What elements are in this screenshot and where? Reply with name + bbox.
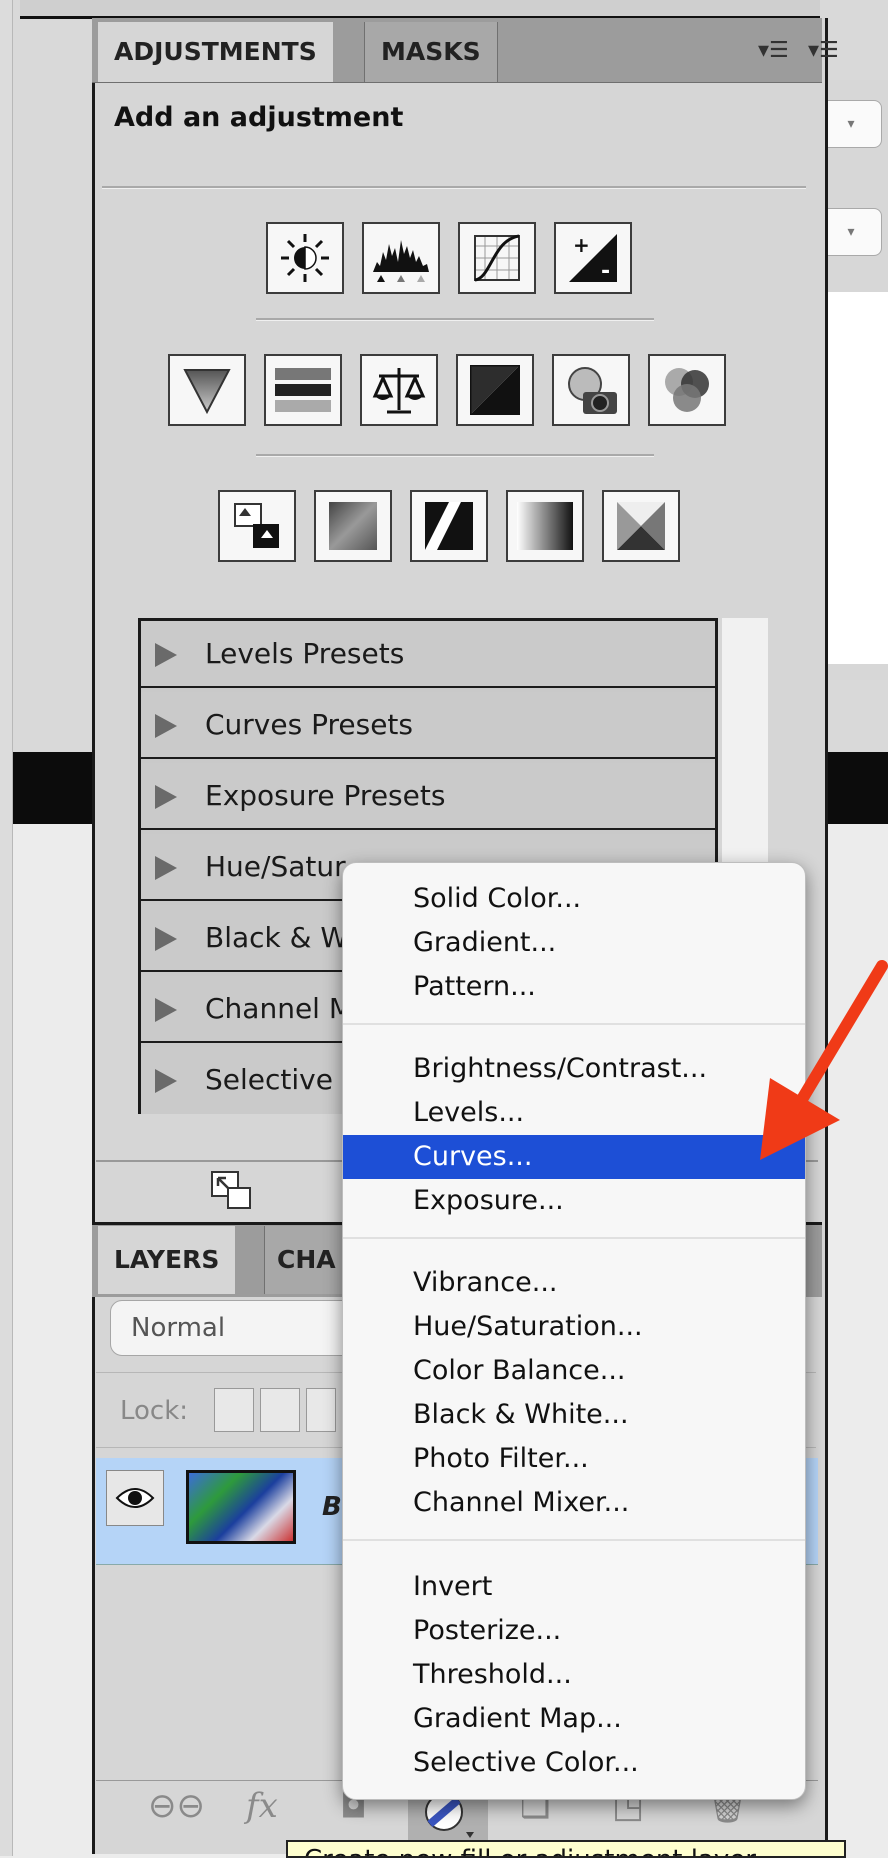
menu-separator xyxy=(343,1023,805,1025)
panel-menu-icon[interactable]: ▾☰ xyxy=(808,38,839,63)
preset-exposure[interactable]: Exposure Presets xyxy=(141,763,715,830)
threshold-icon[interactable] xyxy=(410,490,488,562)
menu-item-photo-filter[interactable]: Photo Filter... xyxy=(343,1437,805,1481)
menu-item-levels[interactable]: Levels... xyxy=(343,1091,805,1135)
gradient-map-icon[interactable] xyxy=(506,490,584,562)
menu-item-gradient[interactable]: Gradient... xyxy=(343,921,805,965)
menu-separator xyxy=(343,1237,805,1239)
brightness-contrast-icon[interactable] xyxy=(266,222,344,294)
menu-separator xyxy=(343,1539,805,1541)
new-adjustment-layer-menu: Solid Color... Gradient... Pattern... Br… xyxy=(342,862,806,1800)
background-top-strip xyxy=(20,0,820,19)
svg-text:+: + xyxy=(573,233,590,257)
disclosure-triangle-icon xyxy=(155,785,177,809)
background-left-strip xyxy=(0,0,13,1856)
disclosure-triangle-icon xyxy=(155,1069,177,1093)
preset-levels[interactable]: Levels Presets xyxy=(141,621,715,688)
menu-item-threshold[interactable]: Threshold... xyxy=(343,1653,805,1697)
panel-menu-icon[interactable]: ▾☰ xyxy=(758,38,789,63)
background-dropdown: ▾ xyxy=(820,100,882,148)
link-layers-icon[interactable]: ⊖⊖ xyxy=(148,1786,205,1826)
menu-item-color-balance[interactable]: Color Balance... xyxy=(343,1349,805,1393)
invert-icon[interactable] xyxy=(218,490,296,562)
lock-position-icon[interactable] xyxy=(306,1388,336,1432)
menu-item-exposure[interactable]: Exposure... xyxy=(343,1179,805,1223)
tooltip: Create new fill or adjustment layer xyxy=(286,1840,846,1858)
vibrance-icon[interactable] xyxy=(168,354,246,426)
divider xyxy=(256,318,654,321)
visibility-eye-icon[interactable] xyxy=(106,1470,164,1526)
annotation-arrow-icon xyxy=(740,960,888,1184)
tab-layers[interactable]: LAYERS xyxy=(98,1226,236,1294)
levels-icon[interactable] xyxy=(362,222,440,294)
exposure-icon[interactable]: + - xyxy=(554,222,632,294)
preset-curves[interactable]: Curves Presets xyxy=(141,692,715,759)
menu-item-curves[interactable]: Curves... xyxy=(343,1135,805,1179)
expand-view-icon[interactable] xyxy=(208,1168,256,1216)
chevron-down-icon: ▾ xyxy=(847,224,855,240)
disclosure-triangle-icon xyxy=(155,927,177,951)
disclosure-triangle-icon xyxy=(155,856,177,880)
chevron-down-icon: ▾ xyxy=(847,116,855,132)
posterize-icon[interactable] xyxy=(314,490,392,562)
hue-saturation-icon[interactable] xyxy=(264,354,342,426)
divider xyxy=(102,186,806,189)
selective-color-icon[interactable] xyxy=(602,490,680,562)
tab-adjustments[interactable]: ADJUSTMENTS xyxy=(98,22,333,82)
black-white-icon[interactable] xyxy=(456,354,534,426)
channel-mixer-icon[interactable] xyxy=(648,354,726,426)
panel-heading: Add an adjustment xyxy=(114,102,404,133)
menu-item-gradient-map[interactable]: Gradient Map... xyxy=(343,1697,805,1741)
menu-item-channel-mixer[interactable]: Channel Mixer... xyxy=(343,1481,805,1525)
menu-item-brightness-contrast[interactable]: Brightness/Contrast... xyxy=(343,1047,805,1091)
disclosure-triangle-icon xyxy=(155,998,177,1022)
lock-label: Lock: xyxy=(120,1396,189,1426)
color-balance-icon[interactable] xyxy=(360,354,438,426)
photo-filter-icon[interactable] xyxy=(552,354,630,426)
svg-text:-: - xyxy=(601,259,610,284)
divider xyxy=(256,454,654,457)
lock-brush-icon[interactable] xyxy=(260,1388,300,1432)
tab-channels[interactable]: CHA xyxy=(264,1226,348,1294)
menu-item-invert[interactable]: Invert xyxy=(343,1565,805,1609)
tooltip-text: Create new fill or adjustment layer xyxy=(288,1842,844,1856)
menu-item-solid-color[interactable]: Solid Color... xyxy=(343,877,805,921)
menu-item-hue-saturation[interactable]: Hue/Saturation... xyxy=(343,1305,805,1349)
menu-item-vibrance[interactable]: Vibrance... xyxy=(343,1261,805,1305)
fx-icon[interactable]: fx xyxy=(246,1786,278,1826)
menu-item-selective-color[interactable]: Selective Color... xyxy=(343,1741,805,1785)
curves-icon[interactable] xyxy=(458,222,536,294)
background-dropdown: ▾ xyxy=(820,208,882,256)
menu-item-posterize[interactable]: Posterize... xyxy=(343,1609,805,1653)
menu-item-pattern[interactable]: Pattern... xyxy=(343,965,805,1009)
disclosure-triangle-icon xyxy=(155,643,177,667)
layer-name[interactable]: B xyxy=(322,1492,342,1522)
tab-masks[interactable]: MASKS xyxy=(364,22,498,82)
layer-thumbnail[interactable] xyxy=(186,1470,296,1544)
lock-transparent-icon[interactable] xyxy=(214,1388,254,1432)
disclosure-triangle-icon xyxy=(155,714,177,738)
menu-item-black-white[interactable]: Black & White... xyxy=(343,1393,805,1437)
